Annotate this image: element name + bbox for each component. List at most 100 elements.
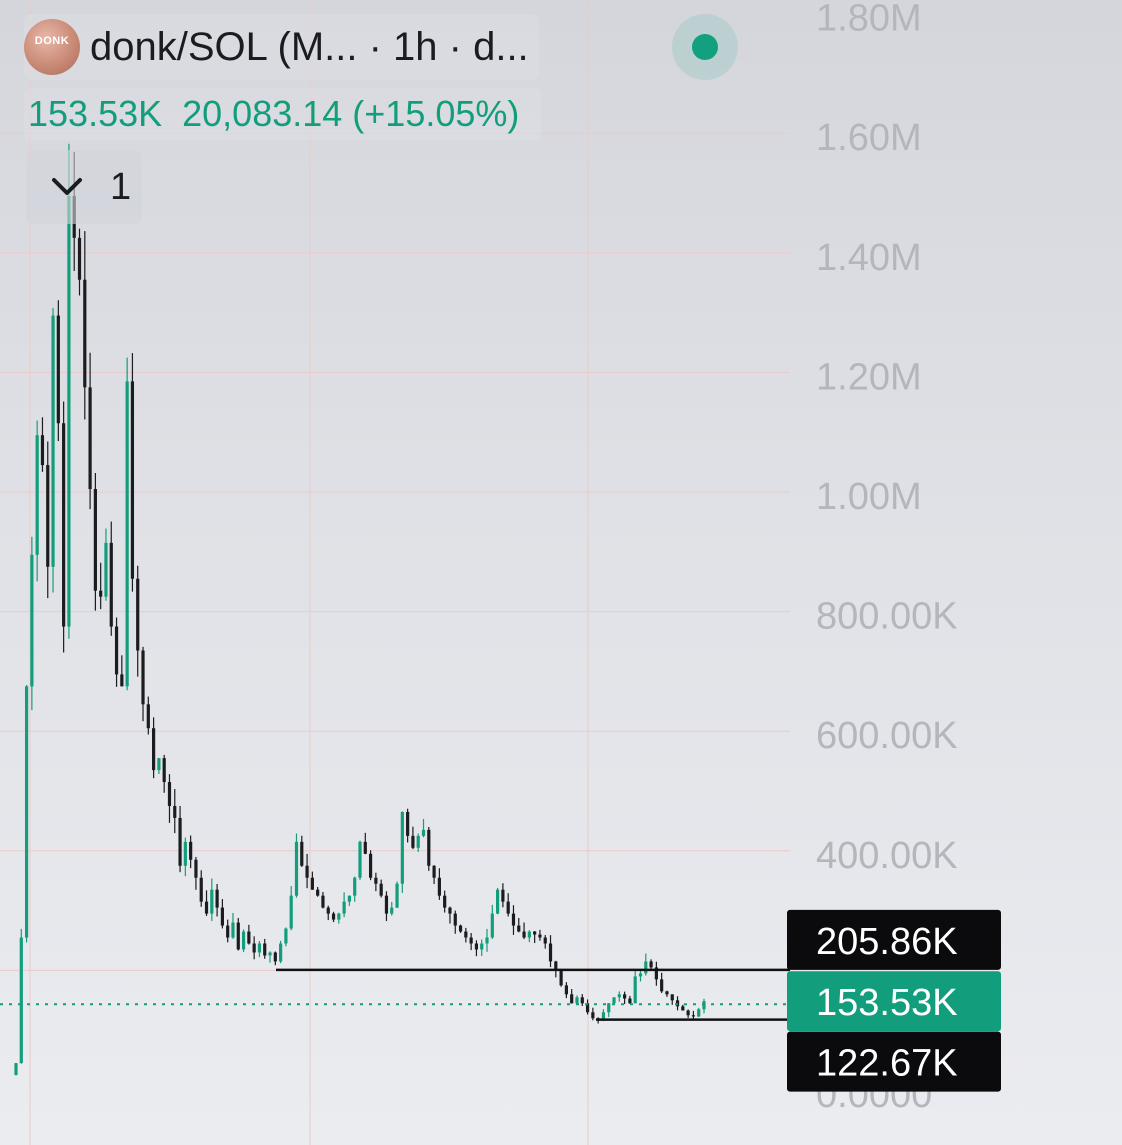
candle [427,826,431,871]
candle [665,990,669,997]
svg-text:205.86K: 205.86K [816,921,958,963]
candle [284,927,288,947]
candle [702,998,706,1014]
candle [167,774,172,823]
candle [644,953,648,976]
chevron-down-icon [48,168,86,206]
token-avatar: DONK [24,19,80,75]
price-values-row: 153.53K 20,083.14 (+15.05%) [24,88,542,140]
candle [321,891,325,909]
candle [623,991,627,1005]
candle [437,868,441,900]
y-tick-label: 1.80M [816,0,922,40]
candle [24,684,29,943]
candle [406,808,410,843]
candle [93,473,97,611]
candle [511,905,516,935]
candle [152,717,156,779]
candle [220,899,224,929]
candle [633,969,637,1004]
candle [157,758,161,774]
candle [443,890,447,913]
candle [580,994,584,1006]
indicators-collapse-button[interactable]: 1 [26,150,142,224]
price-tag-upper: 205.86K [787,909,1001,970]
candle [109,521,113,636]
y-tick-label: 800.00K [816,596,958,638]
candle [236,917,240,951]
candle [411,826,415,850]
candle [331,911,336,923]
candle [199,870,203,907]
candle [173,788,177,834]
candle [268,951,272,963]
candle [342,892,346,918]
candle [310,871,314,890]
candle [533,930,537,944]
candle [379,879,383,898]
candle [448,906,452,924]
candle [231,913,235,939]
candle [130,353,135,592]
candle [384,891,389,922]
candle [226,919,230,943]
y-tick-label: 400.00K [816,835,958,877]
candle [252,936,256,960]
candle [14,1063,18,1076]
y-tick-label: 600.00K [816,715,958,757]
candle [421,818,426,838]
candle [697,1007,701,1018]
candle [358,840,362,880]
candle [183,837,187,877]
candle [474,940,479,957]
candle [247,924,251,945]
candle [136,565,140,677]
chart-area[interactable]: 0.0000 400.00K 600.00K 800.00K 1.00M 1.20M 1.4… [0,0,1122,1145]
candle [279,940,283,964]
candle [263,938,267,959]
candle [99,562,103,610]
candle [681,1004,685,1011]
candle [496,887,500,915]
price-tags: 205.86K 153.53K 122.67K [787,909,1001,1092]
candle [125,357,129,691]
candle [178,805,182,873]
candle [400,811,404,893]
candle [62,401,66,653]
candle [374,872,378,892]
candle [522,922,526,940]
candle [273,951,277,966]
candle [305,853,309,889]
candle [458,924,463,933]
candle [607,1003,611,1018]
candle [146,696,150,735]
candle [289,886,293,931]
candle [591,1007,595,1021]
price-chart[interactable]: 0.0000400.00K600.00K800.00K1.00M1.20M1.4… [0,0,1122,1145]
candle [189,835,193,869]
candle [416,833,420,852]
candle [56,300,60,441]
candle [363,832,367,855]
candle [194,856,198,890]
candle [83,231,87,420]
svg-text:153.53K: 153.53K [816,982,958,1024]
symbol-legend[interactable]: DONK donk/SOL (M... · 1h · d... [24,14,539,80]
candle [294,833,299,898]
candle [570,989,574,1004]
candle [395,881,399,909]
candle [35,420,39,582]
candle [19,928,23,1064]
candle [527,930,531,943]
candle [543,935,547,949]
candle [654,961,658,986]
change-value: 20,083.14 (+15.05%) [182,93,520,134]
candle [241,929,246,953]
candle [464,927,468,943]
candle [548,935,553,968]
indicator-count: 1 [110,165,132,208]
candle [77,228,82,296]
symbol-title[interactable]: donk/SOL (M... · 1h · d... [90,25,529,70]
candle [506,893,510,917]
candle [390,901,394,916]
